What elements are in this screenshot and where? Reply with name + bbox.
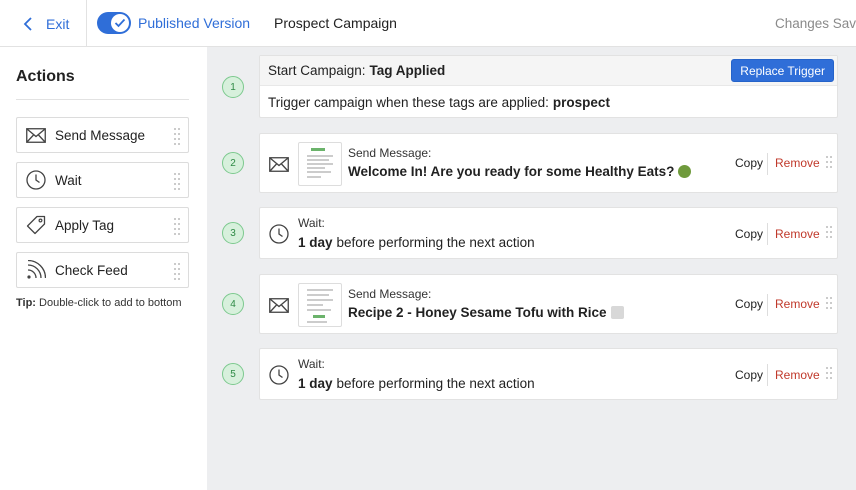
step-number-badge: 3 (222, 222, 244, 244)
rss-icon (25, 259, 47, 281)
campaign-canvas: 1 Start Campaign: Tag Applied Replace Tr… (207, 47, 856, 490)
check-icon (111, 14, 129, 32)
divider (767, 153, 768, 175)
trigger-card: Start Campaign: Tag Applied Replace Trig… (259, 55, 838, 118)
exit-button[interactable]: Exit (0, 0, 87, 47)
step-type-label: Send Message: (348, 287, 432, 301)
wait-amount: 1 day (298, 235, 333, 250)
remove-button[interactable]: Remove (775, 297, 820, 311)
wait-description: 1 day before performing the next action (298, 235, 535, 250)
clock-icon (268, 223, 290, 245)
tag-icon (25, 214, 47, 236)
published-version-label: Published Version (138, 15, 251, 31)
action-apply-tag[interactable]: Apply Tag (16, 207, 189, 243)
step-card-wait[interactable]: Wait: 1 day before performing the next ac… (259, 207, 838, 259)
copy-button[interactable]: Copy (735, 227, 763, 241)
copy-button[interactable]: Copy (735, 156, 763, 170)
divider (767, 223, 768, 245)
remove-button[interactable]: Remove (775, 156, 820, 170)
action-label: Check Feed (55, 262, 128, 278)
step-card-send-message[interactable]: Send Message: Welcome In! Are you ready … (259, 133, 838, 193)
message-subject: Recipe 2 - Honey Sesame Tofu with Rice (348, 305, 624, 320)
step-type-label: Wait: (298, 216, 325, 230)
chevron-left-icon (23, 16, 32, 31)
divider (767, 364, 768, 386)
trigger-body-prefix: Trigger campaign when these tags are app… (268, 94, 549, 110)
drag-handle-icon[interactable] (826, 367, 832, 383)
wait-description: 1 day before performing the next action (298, 376, 535, 391)
tip-body: Double-click to add to bottom (39, 297, 182, 309)
wait-rest: before performing the next action (336, 235, 535, 250)
step-type-label: Wait: (298, 357, 325, 371)
drag-handle-icon[interactable] (826, 226, 832, 242)
email-preview-thumbnail[interactable] (298, 142, 342, 186)
actions-sidebar: Actions Send Message Wait Apply Tag Chec… (0, 47, 207, 490)
drag-handle-icon[interactable] (174, 128, 180, 145)
step-number-badge: 2 (222, 152, 244, 174)
tip-text: Tip: Double-click to add to bottom (16, 297, 182, 309)
step-type-label: Send Message: (348, 146, 432, 160)
step-number-badge: 5 (222, 363, 244, 385)
copy-button[interactable]: Copy (735, 368, 763, 382)
remove-button[interactable]: Remove (775, 368, 820, 382)
action-label: Apply Tag (55, 217, 115, 233)
replace-trigger-button[interactable]: Replace Trigger (731, 59, 834, 82)
trigger-type: Tag Applied (369, 63, 446, 78)
clock-icon (25, 169, 47, 191)
action-send-message[interactable]: Send Message (16, 117, 189, 153)
clock-icon (268, 364, 290, 386)
message-subject: Welcome In! Are you ready for some Healt… (348, 164, 692, 179)
copy-button[interactable]: Copy (735, 297, 763, 311)
action-wait[interactable]: Wait (16, 162, 189, 198)
exit-label: Exit (46, 15, 70, 32)
wait-amount: 1 day (298, 376, 333, 391)
step-card-wait[interactable]: Wait: 1 day before performing the next ac… (259, 348, 838, 400)
divider (16, 99, 189, 100)
divider (767, 294, 768, 316)
wait-rest: before performing the next action (336, 376, 535, 391)
remove-button[interactable]: Remove (775, 227, 820, 241)
envelope-icon (25, 124, 47, 146)
save-status: Changes Saved (775, 16, 856, 31)
email-preview-thumbnail[interactable] (298, 283, 342, 327)
trigger-description: Trigger campaign when these tags are app… (260, 86, 837, 118)
drag-handle-icon[interactable] (174, 218, 180, 235)
step-number-badge: 1 (222, 76, 244, 98)
message-subject-text: Recipe 2 - Honey Sesame Tofu with Rice (348, 305, 607, 320)
trigger-tag[interactable]: prospect (553, 95, 610, 110)
published-toggle-group: Published Version (97, 12, 250, 34)
action-label: Send Message (55, 127, 146, 143)
drag-handle-icon[interactable] (826, 297, 832, 313)
envelope-icon (268, 294, 290, 316)
plate-emoji-icon (610, 306, 624, 319)
message-subject-text: Welcome In! Are you ready for some Healt… (348, 164, 675, 179)
salad-emoji-icon (678, 165, 692, 178)
tip-label: Tip: (16, 297, 36, 309)
step-card-send-message[interactable]: Send Message: Recipe 2 - Honey Sesame To… (259, 274, 838, 334)
action-label: Wait (55, 172, 82, 188)
drag-handle-icon[interactable] (174, 263, 180, 280)
actions-title: Actions (16, 68, 75, 85)
campaign-title: Prospect Campaign (274, 15, 397, 31)
drag-handle-icon[interactable] (174, 173, 180, 190)
action-check-feed[interactable]: Check Feed (16, 252, 189, 288)
step-number-badge: 4 (222, 293, 244, 315)
trigger-head-prefix: Start Campaign: (268, 63, 366, 78)
published-toggle[interactable] (97, 12, 131, 34)
top-bar: Exit Published Version Prospect Campaign… (0, 0, 856, 47)
drag-handle-icon[interactable] (826, 156, 832, 172)
envelope-icon (268, 153, 290, 175)
